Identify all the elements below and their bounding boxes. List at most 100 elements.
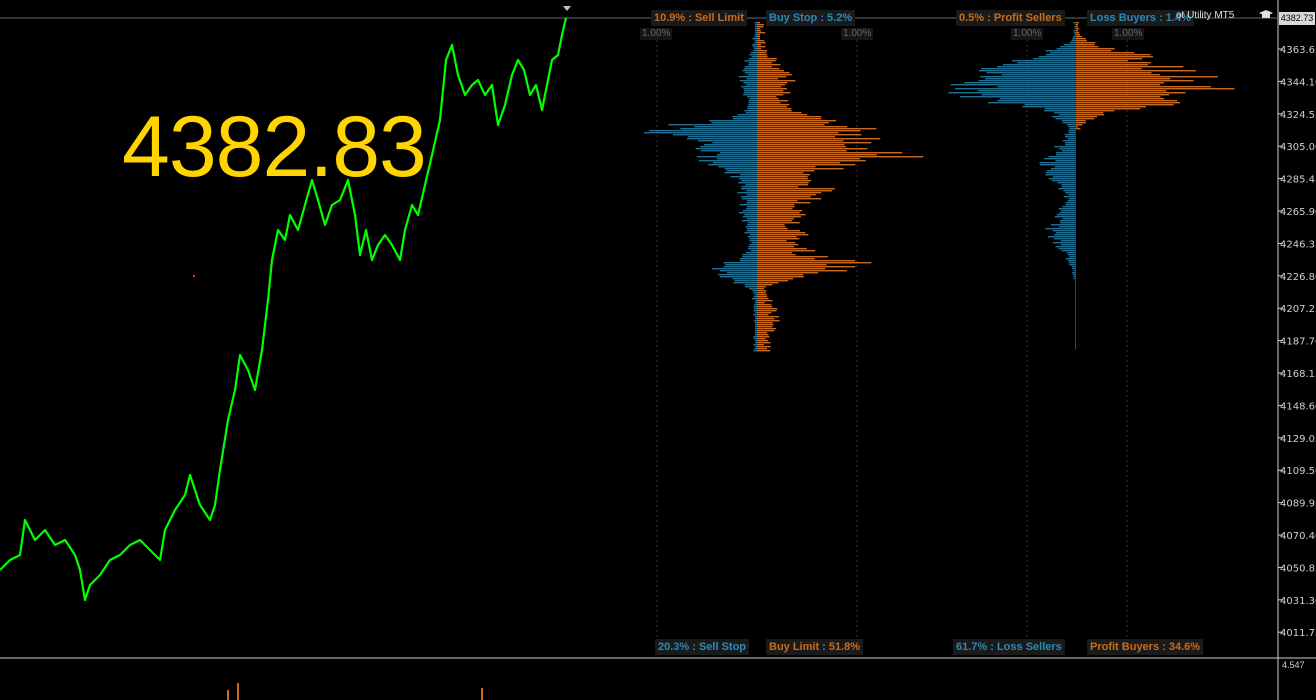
position-book-bar-loss <box>1066 252 1076 254</box>
trading-chart[interactable]: 4363.65 4344.10 4324.55 4305.00 4285.45 4265.… <box>0 0 1316 700</box>
order-book-bar-buy <box>757 274 804 276</box>
order-book-bar-sell <box>748 104 757 106</box>
order-book-bar-sell <box>744 110 757 112</box>
position-book-bar-profit <box>1076 128 1081 130</box>
order-book-bar-sell <box>755 324 757 326</box>
order-book-bar-sell <box>741 86 757 88</box>
order-book-bar-sell <box>724 172 757 174</box>
order-book-bar-buy <box>757 156 924 158</box>
order-book-bar-buy <box>757 304 772 306</box>
order-book-bar-sell <box>755 326 757 328</box>
price-axis-label: 4148.60 <box>1280 401 1316 412</box>
order-book-bar-buy <box>757 22 760 24</box>
order-book-bar-sell <box>755 346 757 348</box>
order-book-bar-buy <box>757 62 772 64</box>
order-book-bar-sell <box>755 342 757 344</box>
order-book-bar-sell <box>754 48 757 50</box>
position-book-bar-loss <box>1054 216 1076 218</box>
price-axis-label: 4089.95 <box>1280 499 1316 510</box>
order-book-bar-buy <box>757 114 808 116</box>
order-book-bar-buy <box>757 54 768 56</box>
order-book-bar-sell <box>738 212 757 214</box>
position-book-bar-loss <box>1060 244 1076 246</box>
order-book-bar-sell <box>741 220 757 222</box>
position-book-bar-loss <box>955 88 1076 90</box>
order-book-bar-buy <box>757 118 822 120</box>
order-book-bar-buy <box>757 184 809 186</box>
order-book-bar-buy <box>757 70 785 72</box>
position-book-bar-profit <box>1076 46 1099 48</box>
order-book-bar-buy <box>757 82 788 84</box>
order-book-bar-buy <box>757 314 769 316</box>
order-book-bar-buy <box>757 130 861 132</box>
position-book-bar-loss <box>1056 48 1076 50</box>
position-book-bar-loss <box>948 92 1076 94</box>
order-book-bar-sell <box>704 144 757 146</box>
position-book-bar-profit <box>1076 78 1171 80</box>
order-book-bar-sell <box>747 74 757 76</box>
price-axis-label: 4226.80 <box>1280 272 1316 283</box>
position-book-bar-loss <box>1050 168 1076 170</box>
order-book-bar-buy <box>757 254 796 256</box>
order-book-bar-buy <box>757 244 799 246</box>
order-book-bar-sell <box>743 82 757 84</box>
order-book-bar-buy <box>757 98 779 100</box>
position-book-bar-loss <box>1069 128 1076 130</box>
order-book-bar-buy <box>757 228 788 230</box>
position-book-bar-loss <box>985 78 1076 80</box>
order-book-bar-buy <box>757 282 779 284</box>
order-book-bar-sell <box>745 226 757 228</box>
order-book-bar-buy <box>757 106 788 108</box>
order-book-bar-buy <box>757 172 804 174</box>
order-book-bar-buy <box>757 42 766 44</box>
order-book-bar-sell <box>748 62 757 64</box>
order-book-bar-buy <box>757 36 760 38</box>
order-book-bar-buy <box>757 310 777 312</box>
position-book-bar-loss <box>1067 138 1076 140</box>
order-book-bar-buy <box>757 110 792 112</box>
order-book-bar-sell <box>751 242 757 244</box>
position-book-bar-loss <box>1063 44 1076 46</box>
order-book-bar-buy <box>757 138 881 140</box>
current-price-marker <box>563 6 571 11</box>
order-book-bar-sell <box>743 68 757 70</box>
position-book-bar-loss <box>1046 172 1076 174</box>
order-book-bar-sell <box>739 204 757 206</box>
order-book-bar-sell <box>754 304 757 306</box>
position-book-bar-loss <box>1012 60 1076 62</box>
order-book-bar-buy <box>757 76 787 78</box>
position-book-bar-loss <box>1062 140 1076 142</box>
position-book-bar-loss <box>1075 320 1076 322</box>
order-book-bar-buy <box>757 216 801 218</box>
position-book-bar-loss <box>1073 276 1076 278</box>
order-book-bar-sell <box>747 106 757 108</box>
position-book-bar-loss <box>1061 186 1076 188</box>
order-book-scale-right: 1.00% <box>841 28 874 40</box>
position-book-bar-loss <box>999 98 1076 100</box>
position-book-bar-loss <box>1071 266 1076 268</box>
position-book-bar-loss <box>1022 106 1076 108</box>
order-book-bar-buy <box>757 64 781 66</box>
position-book-bar-loss <box>1074 34 1076 36</box>
position-book-bar-loss <box>1075 282 1076 284</box>
order-book-bar-buy <box>757 94 784 96</box>
order-book-bar-buy <box>757 86 782 88</box>
position-book-bar-loss <box>1075 322 1076 324</box>
order-book-bar-buy <box>757 46 766 48</box>
order-book-bar-buy <box>757 128 877 130</box>
order-book-bar-buy <box>757 298 769 300</box>
position-book-bar-loss <box>978 70 1076 72</box>
position-book-bar-loss <box>1058 188 1076 190</box>
order-book-bar-sell <box>700 150 757 152</box>
order-book-bar-buy <box>757 40 765 42</box>
order-book-bar-sell <box>755 26 757 28</box>
order-book-bar-buy <box>757 44 761 46</box>
position-book-bar-profit <box>1076 62 1151 64</box>
position-book-bar-loss <box>1075 348 1076 350</box>
order-book-bar-buy <box>757 52 767 54</box>
position-book-bar-loss <box>1075 304 1076 306</box>
position-book-bar-profit <box>1076 102 1180 104</box>
order-book-bar-sell <box>752 44 757 46</box>
price-axis-label: 4285.45 <box>1280 175 1316 186</box>
position-book-bar-profit <box>1076 40 1087 42</box>
